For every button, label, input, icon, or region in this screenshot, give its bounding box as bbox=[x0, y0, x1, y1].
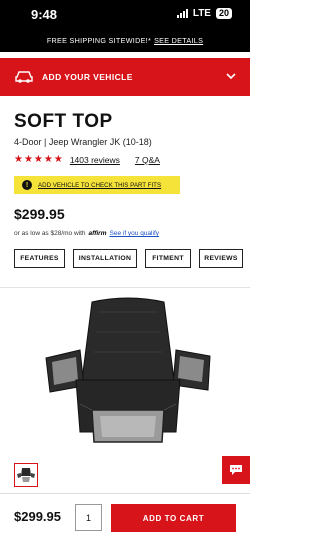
tab-reviews[interactable]: REVIEWS bbox=[199, 249, 243, 268]
product-subtitle: 4-Door | Jeep Wrangler JK (10-18) bbox=[14, 137, 152, 147]
affirm-logo: affirm bbox=[88, 230, 107, 237]
qualify-link[interactable]: See if you qualify bbox=[110, 230, 160, 237]
status-bar: 9:48 LTE 20 bbox=[0, 0, 250, 28]
rating-row: ★★★★★ 1403 reviews 7 Q&A bbox=[14, 154, 160, 165]
chat-icon bbox=[230, 465, 242, 475]
chat-button[interactable] bbox=[222, 456, 250, 484]
tab-installation[interactable]: INSTALLATION bbox=[73, 249, 137, 268]
star-rating-icon: ★★★★★ bbox=[14, 154, 64, 165]
product-thumbnail[interactable] bbox=[14, 463, 38, 487]
promo-text: FREE SHIPPING SITEWIDE!* bbox=[46, 35, 152, 45]
tab-fitment[interactable]: FITMENT bbox=[145, 249, 191, 268]
financing-text: or as low as $28/mo with bbox=[14, 230, 86, 237]
car-icon bbox=[15, 71, 33, 83]
product-image[interactable] bbox=[40, 292, 215, 452]
quantity-input[interactable]: 1 bbox=[75, 504, 102, 531]
signal-icon bbox=[176, 9, 188, 18]
network-label: LTE bbox=[192, 8, 211, 19]
status-time: 9:48 bbox=[31, 7, 58, 22]
fit-check-text: ADD VEHICLE TO CHECK THIS PART FITS bbox=[38, 181, 162, 189]
reviews-link[interactable]: 1403 reviews bbox=[70, 155, 120, 165]
alert-icon: ! bbox=[22, 180, 32, 190]
bottom-purchase-bar: $299.95 1 ADD TO CART bbox=[0, 493, 250, 540]
status-indicators: LTE 20 bbox=[176, 8, 232, 19]
chevron-down-icon bbox=[226, 73, 236, 80]
page-title: SOFT TOP bbox=[14, 111, 113, 132]
fit-check-banner[interactable]: ! ADD VEHICLE TO CHECK THIS PART FITS bbox=[14, 176, 180, 194]
divider bbox=[0, 287, 250, 288]
add-vehicle-button[interactable]: ADD YOUR VEHICLE bbox=[0, 58, 250, 96]
add-vehicle-label: ADD YOUR VEHICLE bbox=[42, 72, 133, 82]
financing-row: or as low as $28/mo with affirm See if y… bbox=[14, 230, 159, 237]
thumbnail-image bbox=[17, 468, 35, 482]
battery-icon: 20 bbox=[215, 8, 232, 19]
tab-features[interactable]: FEATURES bbox=[14, 249, 65, 268]
bottom-price: $299.95 bbox=[14, 509, 61, 524]
product-tabs: FEATURES INSTALLATION FITMENT REVIEWS bbox=[14, 249, 243, 268]
add-to-cart-button[interactable]: ADD TO CART bbox=[111, 504, 236, 532]
promo-bar: FREE SHIPPING SITEWIDE!* SEE DETAILS bbox=[0, 28, 250, 52]
product-price: $299.95 bbox=[14, 206, 65, 222]
see-details-link[interactable]: SEE DETAILS bbox=[154, 36, 203, 45]
qa-link[interactable]: 7 Q&A bbox=[135, 155, 160, 165]
